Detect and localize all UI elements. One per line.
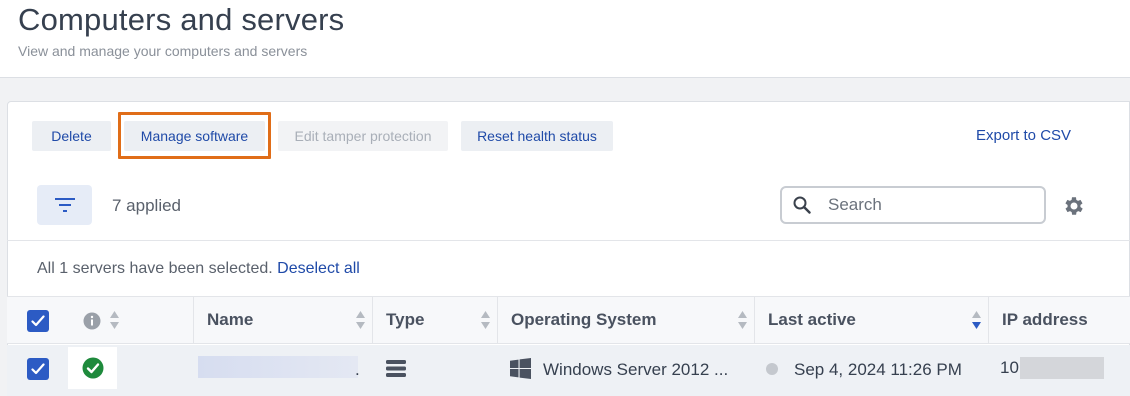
- column-header-last-active[interactable]: Last active: [768, 310, 856, 330]
- sort-icon[interactable]: [480, 310, 491, 330]
- manage-software-button[interactable]: Manage software: [124, 121, 265, 151]
- reset-health-status-button[interactable]: Reset health status: [461, 121, 613, 151]
- row-checkbox[interactable]: [27, 358, 49, 380]
- column-header-operating-system[interactable]: Operating System: [511, 310, 657, 330]
- check-circle-icon: [82, 357, 103, 379]
- delete-button[interactable]: Delete: [32, 121, 111, 151]
- select-all-checkbox[interactable]: [27, 310, 49, 332]
- search-box[interactable]: [780, 186, 1046, 224]
- inactive-status-dot: [766, 363, 778, 375]
- redacted-name: [198, 356, 358, 378]
- column-divider: [988, 296, 989, 344]
- health-status-cell: [68, 347, 117, 389]
- page-subtitle: View and manage your computers and serve…: [18, 43, 308, 59]
- export-csv-link[interactable]: Export to CSV: [976, 127, 1071, 144]
- toolbar-divider: [7, 240, 1130, 241]
- sort-icon[interactable]: [737, 310, 748, 330]
- column-header-name[interactable]: Name: [207, 310, 253, 330]
- search-input[interactable]: [828, 195, 1028, 215]
- selection-message: All 1 servers have been selected.: [37, 260, 273, 277]
- filter-button[interactable]: [37, 185, 92, 225]
- windows-icon: [510, 358, 531, 379]
- sort-descending-icon[interactable]: [971, 310, 982, 330]
- column-header-type[interactable]: Type: [386, 310, 424, 330]
- column-divider: [754, 296, 755, 344]
- column-divider: [372, 296, 373, 344]
- gear-icon[interactable]: [1062, 194, 1086, 218]
- server-name-suffix: .: [355, 360, 360, 379]
- info-icon[interactable]: [83, 312, 101, 330]
- last-active-value: Sep 4, 2024 11:26 PM: [794, 360, 962, 379]
- page-header: Computers and servers View and manage yo…: [0, 0, 1130, 78]
- edit-tamper-protection-button[interactable]: Edit tamper protection: [278, 121, 448, 151]
- checkmark-icon: [31, 315, 45, 327]
- server-icon: [386, 360, 406, 377]
- filter-icon: [54, 198, 75, 212]
- sort-icon[interactable]: [109, 310, 120, 330]
- redacted-ip: [1020, 357, 1104, 379]
- filters-applied-count: 7 applied: [112, 196, 182, 215]
- checkmark-icon: [31, 363, 45, 375]
- page-title: Computers and servers: [18, 2, 345, 37]
- search-icon: [793, 196, 811, 214]
- sort-icon[interactable]: [355, 310, 366, 330]
- operating-system-value: Windows Server 2012 ...: [543, 360, 729, 379]
- column-divider: [193, 296, 194, 344]
- column-divider: [497, 296, 498, 344]
- deselect-all-link[interactable]: Deselect all: [277, 260, 360, 277]
- column-header-ip-address[interactable]: IP address: [1002, 310, 1088, 330]
- selection-banner: All 1 servers have been selected. Desele…: [37, 260, 360, 278]
